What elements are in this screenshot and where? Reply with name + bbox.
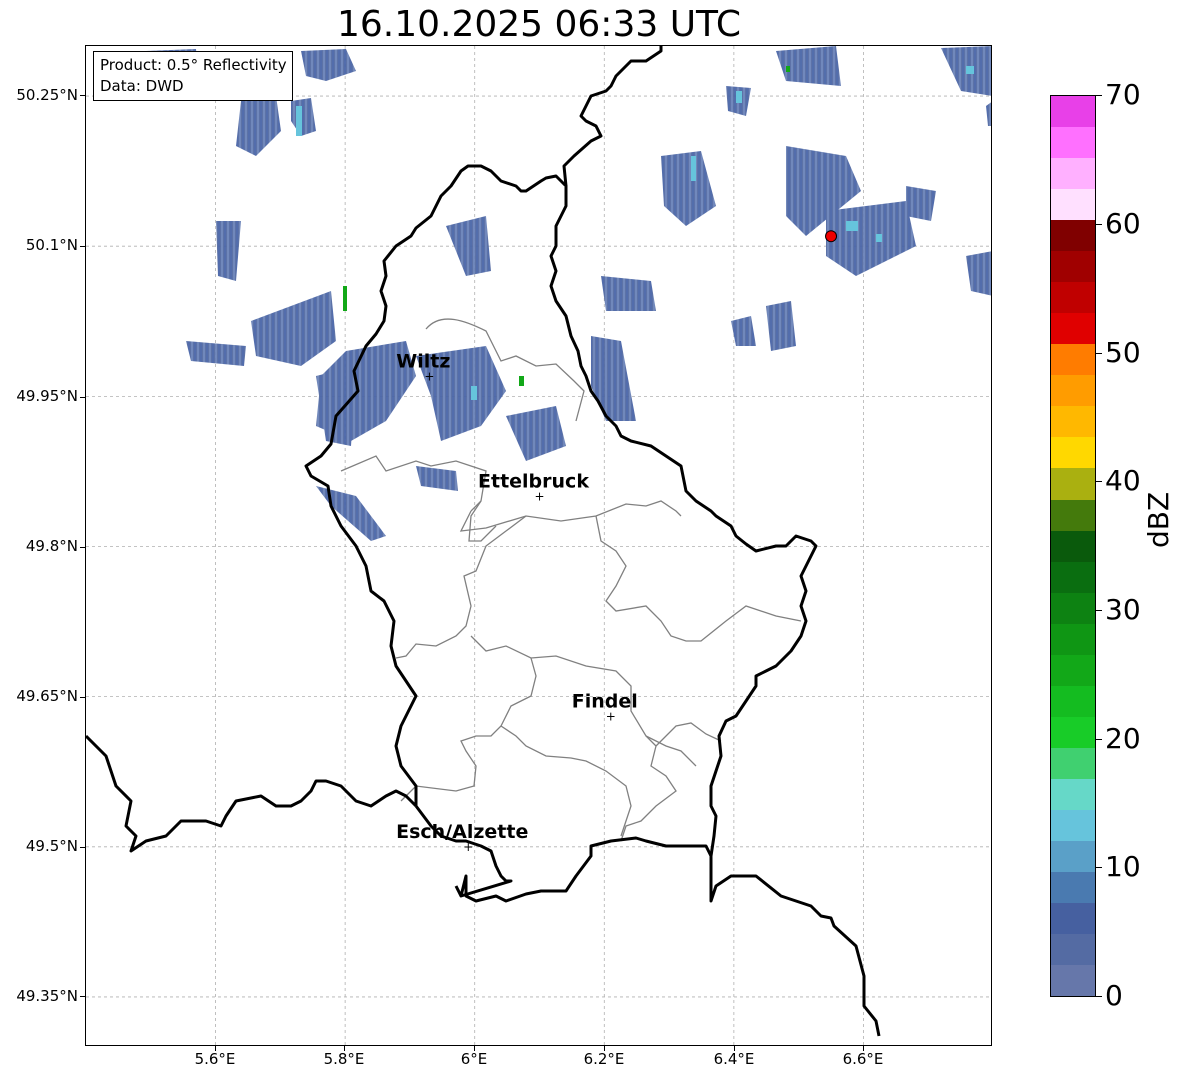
colorbar-segment bbox=[1051, 623, 1095, 655]
colorbar-segment bbox=[1051, 468, 1095, 500]
colorbar-segment bbox=[1051, 964, 1095, 996]
lat-tick bbox=[80, 697, 85, 698]
lat-tick bbox=[80, 996, 85, 997]
radar-echoes bbox=[146, 46, 991, 541]
lon-tick bbox=[734, 1046, 735, 1051]
colorbar-segment bbox=[1051, 158, 1095, 190]
canton-boundaries bbox=[340, 318, 802, 842]
colorbar-label-0: 0 bbox=[1105, 979, 1123, 1012]
colorbar-label-30: 30 bbox=[1105, 593, 1141, 626]
lat-label-49-95: 49.95°N bbox=[16, 387, 78, 405]
colorbar-segment bbox=[1051, 437, 1095, 469]
colorbar-segment bbox=[1051, 251, 1095, 283]
lon-label-5-8: 5.8°E bbox=[323, 1050, 365, 1068]
colorbar-segment bbox=[1051, 809, 1095, 841]
lon-label-6: 6°E bbox=[460, 1050, 488, 1068]
lon-label-6-6: 6.6°E bbox=[842, 1050, 884, 1068]
city-label: Findel bbox=[572, 691, 638, 713]
colorbar-segment bbox=[1051, 840, 1095, 872]
colorbar-segment bbox=[1051, 561, 1095, 593]
colorbar-segment bbox=[1051, 685, 1095, 717]
colorbar-segment bbox=[1051, 592, 1095, 624]
colorbar-tick bbox=[1096, 867, 1102, 868]
colorbar-segment bbox=[1051, 530, 1095, 562]
map-title: 16.10.2025 06:33 UTC bbox=[336, 4, 742, 45]
colorbar-segment bbox=[1051, 127, 1095, 159]
colorbar-label-50: 50 bbox=[1105, 336, 1141, 369]
national-borders bbox=[86, 46, 881, 1037]
colorbar-tick bbox=[1096, 996, 1102, 997]
colorbar-tick bbox=[1096, 224, 1102, 225]
colorbar-segment bbox=[1051, 406, 1095, 438]
lon-tick bbox=[863, 1046, 864, 1051]
colorbar-segment bbox=[1051, 313, 1095, 345]
lat-label-50-1: 50.1°N bbox=[25, 236, 78, 254]
colorbar-segment bbox=[1051, 375, 1095, 407]
city-label: Wiltz bbox=[396, 350, 450, 372]
lon-tick bbox=[344, 1046, 345, 1051]
lon-label-5-6: 5.6°E bbox=[194, 1050, 236, 1068]
lon-tick bbox=[215, 1046, 216, 1051]
colorbar-tick bbox=[1096, 739, 1102, 740]
lat-tick bbox=[80, 95, 85, 96]
colorbar bbox=[1050, 95, 1096, 997]
lat-label-49-5: 49.5°N bbox=[25, 837, 78, 855]
lon-tick bbox=[474, 1046, 475, 1051]
colorbar-segment bbox=[1051, 716, 1095, 748]
colorbar-segment bbox=[1051, 933, 1095, 965]
colorbar-tick bbox=[1096, 95, 1102, 96]
colorbar-tick bbox=[1096, 481, 1102, 482]
colorbar-tick bbox=[1096, 353, 1102, 354]
radar-site-marker bbox=[825, 230, 838, 243]
colorbar-segment bbox=[1051, 747, 1095, 779]
graticule bbox=[86, 46, 991, 1045]
product-info-box: Product: 0.5° Reflectivity Data: DWD bbox=[93, 51, 293, 101]
radar-echoes-green bbox=[343, 66, 790, 386]
city-label: Ettelbruck bbox=[478, 470, 589, 492]
colorbar-segment bbox=[1051, 189, 1095, 221]
colorbar-segment bbox=[1051, 344, 1095, 376]
colorbar-segment bbox=[1051, 871, 1095, 903]
colorbar-label-20: 20 bbox=[1105, 722, 1141, 755]
colorbar-segment bbox=[1051, 282, 1095, 314]
map-canvas: +Wiltz+Ettelbruck+Findel+Esch/Alzette bbox=[86, 46, 991, 1045]
colorbar-segment bbox=[1051, 499, 1095, 531]
colorbar-label-60: 60 bbox=[1105, 207, 1141, 240]
city-label: Esch/Alzette bbox=[396, 821, 528, 843]
colorbar-segment bbox=[1051, 220, 1095, 252]
lon-label-6-4: 6.4°E bbox=[713, 1050, 755, 1068]
lat-tick bbox=[80, 397, 85, 398]
radar-map[interactable]: + Wiltz + Ettelbruck + Findel + Esch/Alzette bbox=[85, 45, 992, 1046]
colorbar-label-40: 40 bbox=[1105, 464, 1141, 497]
colorbar-segment bbox=[1051, 654, 1095, 686]
product-label: Product: 0.5° Reflectivity bbox=[100, 56, 287, 74]
lat-tick bbox=[80, 847, 85, 848]
lat-label-49-65: 49.65°N bbox=[16, 687, 78, 705]
lon-tick bbox=[604, 1046, 605, 1051]
lon-label-6-2: 6.2°E bbox=[583, 1050, 625, 1068]
lat-tick bbox=[80, 547, 85, 548]
lat-tick bbox=[80, 246, 85, 247]
colorbar-segment bbox=[1051, 96, 1095, 128]
colorbar-tick bbox=[1096, 610, 1102, 611]
colorbar-segment bbox=[1051, 778, 1095, 810]
colorbar-label-10: 10 bbox=[1105, 850, 1141, 883]
colorbar-label-70: 70 bbox=[1105, 78, 1141, 111]
lat-label-49-8: 49.8°N bbox=[25, 537, 78, 555]
lat-label-50-25: 50.25°N bbox=[16, 86, 78, 104]
lat-label-49-35: 49.35°N bbox=[16, 987, 78, 1005]
colorbar-segment bbox=[1051, 902, 1095, 934]
data-source-label: Data: DWD bbox=[100, 77, 184, 95]
colorbar-title: dBZ bbox=[1142, 491, 1175, 548]
